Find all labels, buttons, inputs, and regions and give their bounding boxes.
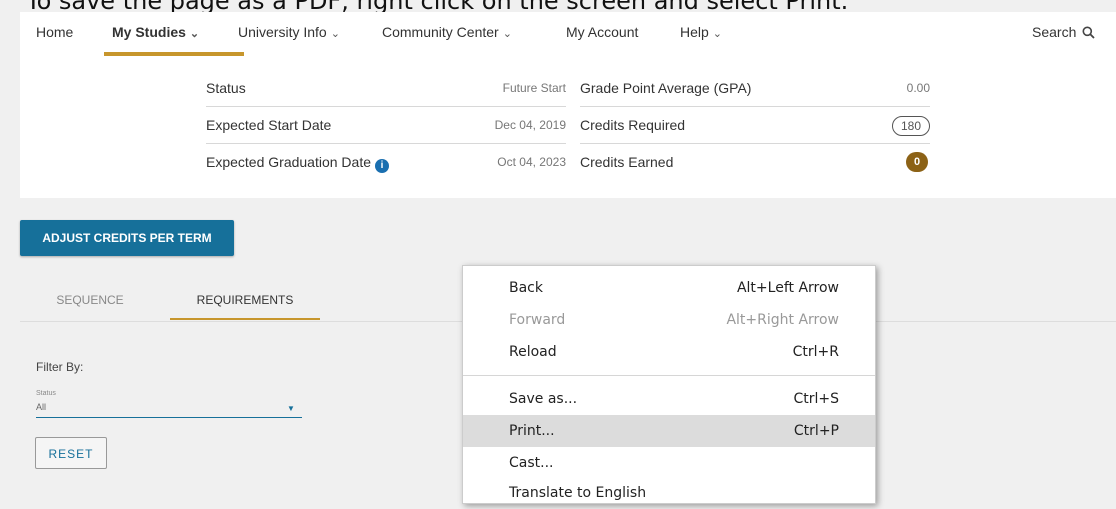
credits-earned-badge: 0 [906,152,928,172]
chevron-down-icon: ⌄ [330,28,340,40]
context-menu-reload[interactable]: Reload Ctrl+R [463,336,875,368]
nav-home-label: Home [36,24,74,40]
nav-search-label: Search [1032,24,1077,40]
reset-button[interactable]: RESET [35,437,107,469]
chevron-down-icon: ⌄ [712,28,723,40]
summary-label-text: Expected Graduation Date [206,154,371,170]
context-menu-forward[interactable]: Forward Alt+Right Arrow [463,304,875,336]
search-icon [1082,14,1095,54]
menu-item-label: Print... [509,423,555,439]
status-select-label: Status [36,390,56,397]
nav-my-account[interactable]: My Account [566,12,638,56]
info-icon[interactable]: i [375,159,389,173]
nav-university-info[interactable]: University Info ⌄ [238,12,340,56]
active-tab-indicator [170,318,320,320]
summary-label: Credits Earned [580,154,674,170]
summary-label: Credits Required [580,117,686,133]
summary-row-credits-required: Credits Required 180 [580,107,930,144]
nav-my-account-label: My Account [566,24,639,40]
summary-label: Expected Start Date [206,117,332,133]
instruction-text: To save the page as a PDF, right click o… [26,0,849,15]
nav-community-center[interactable]: Community Center ⌄ [382,12,512,56]
tab-requirements[interactable]: REQUIREMENTS [170,286,320,320]
adjust-credits-button[interactable]: ADJUST CREDITS PER TERM [20,220,234,256]
dropdown-arrow-icon[interactable]: ▼ [287,404,295,413]
tab-sequence[interactable]: SEQUENCE [34,286,146,320]
summary-value: Oct 04, 2023 [497,155,566,169]
context-menu-back[interactable]: Back Alt+Left Arrow [463,272,875,304]
nav-search[interactable]: Search [1032,12,1095,56]
nav-community-center-label: Community Center [382,24,499,40]
status-select-underline [36,417,302,418]
summary-row-graduation-date: Expected Graduation Date i Oct 04, 2023 [206,144,566,180]
menu-item-label: Back [509,280,543,296]
nav-my-studies-label: My Studies [112,24,186,40]
summary-value: Future Start [502,81,566,95]
status-select[interactable]: All [36,402,46,412]
context-menu: Back Alt+Left Arrow Forward Alt+Right Ar… [462,265,876,504]
summary-row-status: Status Future Start [206,70,566,107]
menu-item-shortcut: Ctrl+R [792,344,839,360]
context-menu-save-as[interactable]: Save as... Ctrl+S [463,383,875,415]
context-menu-cast[interactable]: Cast... [463,447,875,479]
menu-item-shortcut: Alt+Right Arrow [726,312,839,328]
nav-university-info-label: University Info [238,24,327,40]
context-menu-translate[interactable]: Translate to English [463,477,875,509]
top-navigation: Home My Studies ⌄ University Info ⌄ Commun… [20,12,1116,59]
chevron-down-icon: ⌄ [502,28,512,40]
menu-item-label: Cast... [509,455,554,471]
filter-by-label: Filter By: [36,360,84,374]
nav-home[interactable]: Home [36,12,73,56]
menu-item-label: Save as... [509,391,578,407]
nav-help-label: Help [680,24,709,40]
menu-item-shortcut: Ctrl+P [793,423,839,439]
menu-item-label: Translate to English [509,485,647,501]
student-summary-panel: Status Future Start Expected Start Date … [20,58,1116,198]
summary-value: Dec 04, 2019 [494,118,566,132]
chevron-down-icon: ⌄ [189,28,200,40]
active-nav-indicator [104,52,244,56]
menu-item-label: Forward [509,312,566,328]
summary-row-start-date: Expected Start Date Dec 04, 2019 [206,107,566,144]
summary-label: Status [206,80,246,96]
menu-item-shortcut: Ctrl+S [793,391,839,407]
summary-value: 0.00 [906,81,930,95]
summary-row-credits-earned: Credits Earned 0 [580,144,930,180]
nav-my-studies[interactable]: My Studies ⌄ [112,12,199,56]
credits-required-badge: 180 [892,116,930,136]
summary-label: Grade Point Average (GPA) [580,80,752,96]
summary-label: Expected Graduation Date i [206,144,389,180]
menu-separator [463,375,875,376]
menu-item-shortcut: Alt+Left Arrow [736,280,839,296]
summary-row-gpa: Grade Point Average (GPA) 0.00 [580,70,930,107]
menu-item-label: Reload [509,344,557,360]
context-menu-print[interactable]: Print... Ctrl+P [463,415,875,447]
nav-help[interactable]: Help ⌄ [680,12,722,56]
